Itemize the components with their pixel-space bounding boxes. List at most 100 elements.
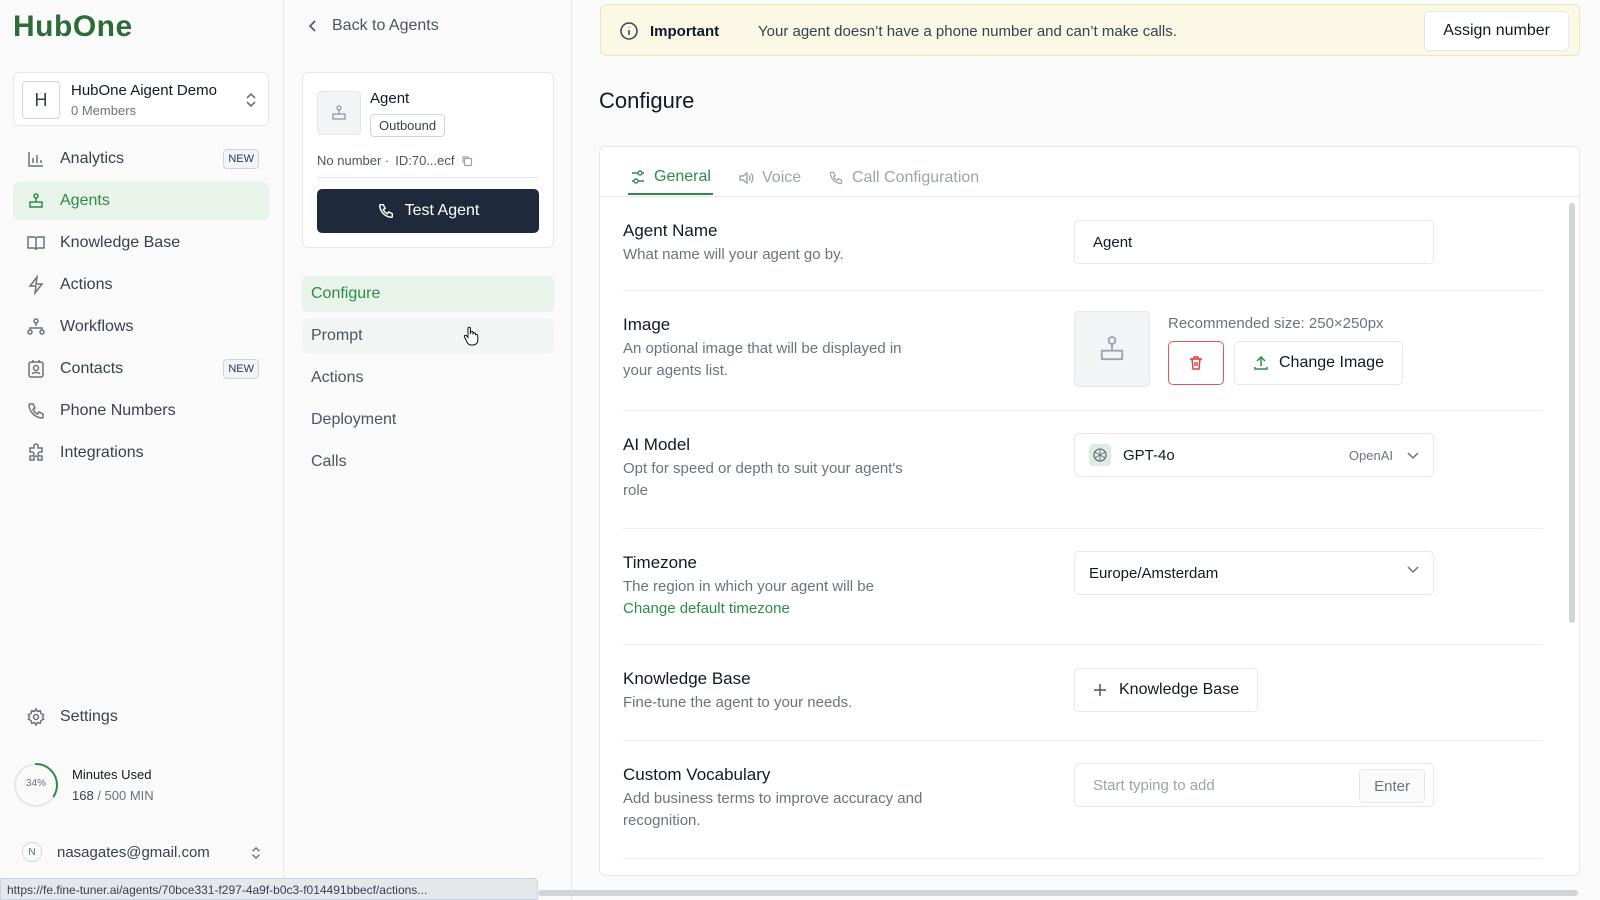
sidebar-item-actions[interactable]: Actions (13, 266, 269, 304)
tab-voice[interactable]: Voice (736, 161, 803, 195)
image-row: Image An optional image that will be dis… (623, 291, 1543, 411)
workspace-switcher[interactable]: H HubOne Aigent Demo 0 Members (13, 72, 269, 126)
subnav-actions[interactable]: Actions (302, 360, 554, 396)
timezone-value: Europe/Amsterdam (1089, 564, 1219, 582)
subnav-configure[interactable]: Configure (302, 276, 554, 312)
chevron-down-icon (1407, 451, 1419, 460)
status-bar-url: https://fe.fine-tuner.ai/agents/70bce331… (0, 878, 538, 900)
minutes-label: Minutes Used (72, 767, 152, 782)
agent-name: Agent (370, 90, 410, 107)
bar-chart-icon (26, 149, 46, 169)
subnav-calls[interactable]: Calls (302, 444, 554, 480)
vocabulary-input[interactable]: Start typing to add Enter (1074, 763, 1434, 807)
phone-icon (26, 401, 46, 421)
recommended-size: Recommended size: 250×250px (1168, 315, 1384, 332)
row-description: Opt for speed or depth to suit your agen… (623, 460, 903, 499)
custom-vocabulary-row: Custom Vocabulary Add business terms to … (623, 741, 1543, 859)
row-title: Image (623, 315, 671, 334)
row-title: Knowledge Base (623, 669, 751, 688)
warning-banner: Important Your agent doesn’t have a phon… (600, 4, 1580, 56)
user-menu[interactable]: N nasagates@gmail.com (22, 842, 262, 864)
sidebar-item-settings[interactable]: Settings (13, 698, 269, 736)
minutes-value: 168 / 500 MIN (72, 788, 154, 803)
contact-card-icon (26, 359, 46, 379)
change-default-timezone-link[interactable]: Change default timezone (623, 600, 790, 617)
copy-icon[interactable] (461, 155, 473, 167)
sidebar-item-label: Settings (60, 708, 118, 725)
minutes-used: 34% Minutes Used 168 / 500 MIN (13, 762, 269, 810)
sidebar-item-label: Integrations (60, 444, 144, 461)
agent-card: Agent Outbound No number · ID:70...ecf T… (302, 72, 554, 248)
book-open-icon (26, 233, 46, 253)
user-email: nasagates@gmail.com (57, 844, 210, 861)
sidebar-item-label: Phone Numbers (60, 402, 176, 419)
enter-button[interactable]: Enter (1359, 769, 1425, 803)
main-content: Important Your agent doesn’t have a phon… (572, 0, 1600, 900)
vertical-scrollbar[interactable] (1569, 203, 1575, 623)
agent-type-badge: Outbound (370, 114, 446, 137)
agent-meta: No number · ID:70...ecf (317, 153, 473, 168)
timezone-select[interactable]: Europe/Amsterdam (1074, 551, 1434, 595)
chevron-down-icon (1407, 566, 1419, 574)
row-description: What name will your agent go by. (623, 246, 844, 263)
row-description: Add business terms to improve accuracy a… (623, 790, 923, 829)
chevron-left-icon (308, 20, 318, 32)
sidebar-item-label: Knowledge Base (60, 234, 181, 251)
ai-model-select[interactable]: GPT-4o OpenAI (1074, 433, 1434, 477)
minutes-percent: 34% (25, 778, 46, 789)
puzzle-icon (26, 443, 46, 463)
sidebar-item-label: Analytics (60, 150, 125, 167)
ai-model-row: AI Model Opt for speed or depth to suit … (623, 411, 1543, 529)
configure-panel: General Voice Call Configuration Agent N… (599, 146, 1580, 876)
assign-number-button[interactable]: Assign number (1424, 11, 1569, 51)
sidebar-item-phone-numbers[interactable]: Phone Numbers (13, 392, 269, 430)
timezone-row: Timezone The region in which your agent … (623, 529, 1543, 645)
subnav-prompt[interactable]: Prompt (302, 318, 554, 354)
sidebar-item-label: Workflows (60, 318, 134, 335)
agent-name-row: Agent Name What name will your agent go … (623, 197, 1543, 291)
agent-name-input[interactable]: Agent (1074, 220, 1434, 264)
agent-id: ID:70...ecf (395, 153, 455, 168)
new-badge: NEW (223, 149, 259, 169)
new-badge: NEW (223, 359, 259, 379)
sidebar-item-integrations[interactable]: Integrations (13, 434, 269, 472)
tab-general[interactable]: General (628, 161, 713, 195)
openai-logo-icon (1089, 444, 1111, 466)
sidebar-item-label: Agents (60, 192, 110, 209)
row-description: An optional image that will be displayed… (623, 340, 902, 379)
agent-column: Back to Agents Agent Outbound No number … (284, 0, 572, 900)
agent-number: No number · (317, 153, 390, 168)
hand-pointer-icon (463, 326, 479, 346)
back-to-agents-link[interactable]: Back to Agents (308, 17, 439, 35)
user-avatar: N (22, 842, 42, 862)
row-title: Timezone (623, 553, 698, 572)
plus-icon (1093, 683, 1107, 697)
lightning-icon (26, 275, 46, 295)
agent-avatar (317, 91, 361, 135)
subnav-deployment[interactable]: Deployment (302, 402, 554, 438)
app-logo[interactable]: HubOne (13, 10, 133, 44)
sidebar-item-knowledge-base[interactable]: Knowledge Base (13, 224, 269, 262)
phone-icon (377, 202, 395, 220)
add-knowledge-base-button[interactable]: Knowledge Base (1074, 668, 1259, 712)
delete-image-button[interactable] (1168, 341, 1224, 385)
workflow-icon (26, 317, 46, 337)
tab-call-configuration[interactable]: Call Configuration (826, 161, 981, 195)
knowledge-base-row: Knowledge Base Fine-tune the agent to yo… (623, 645, 1543, 741)
info-icon (619, 21, 639, 41)
divider (317, 177, 539, 178)
sliders-icon (630, 169, 646, 185)
sidebar-item-contacts[interactable]: Contacts NEW (13, 350, 269, 388)
agent-image-preview[interactable] (1074, 311, 1150, 387)
sidebar-item-label: Actions (60, 276, 113, 293)
sidebar-item-analytics[interactable]: Analytics NEW (13, 140, 269, 178)
ai-model-value: GPT-4o (1123, 446, 1175, 464)
gear-icon (26, 707, 46, 727)
test-agent-button[interactable]: Test Agent (317, 189, 539, 233)
sidebar-item-workflows[interactable]: Workflows (13, 308, 269, 346)
banner-message: Your agent doesn’t have a phone number a… (758, 23, 1177, 40)
sidebar-item-label: Contacts (60, 360, 124, 377)
change-image-button[interactable]: Change Image (1234, 341, 1403, 385)
sidebar-item-agents[interactable]: Agents (13, 182, 269, 220)
horizontal-scrollbar[interactable] (538, 890, 1578, 896)
